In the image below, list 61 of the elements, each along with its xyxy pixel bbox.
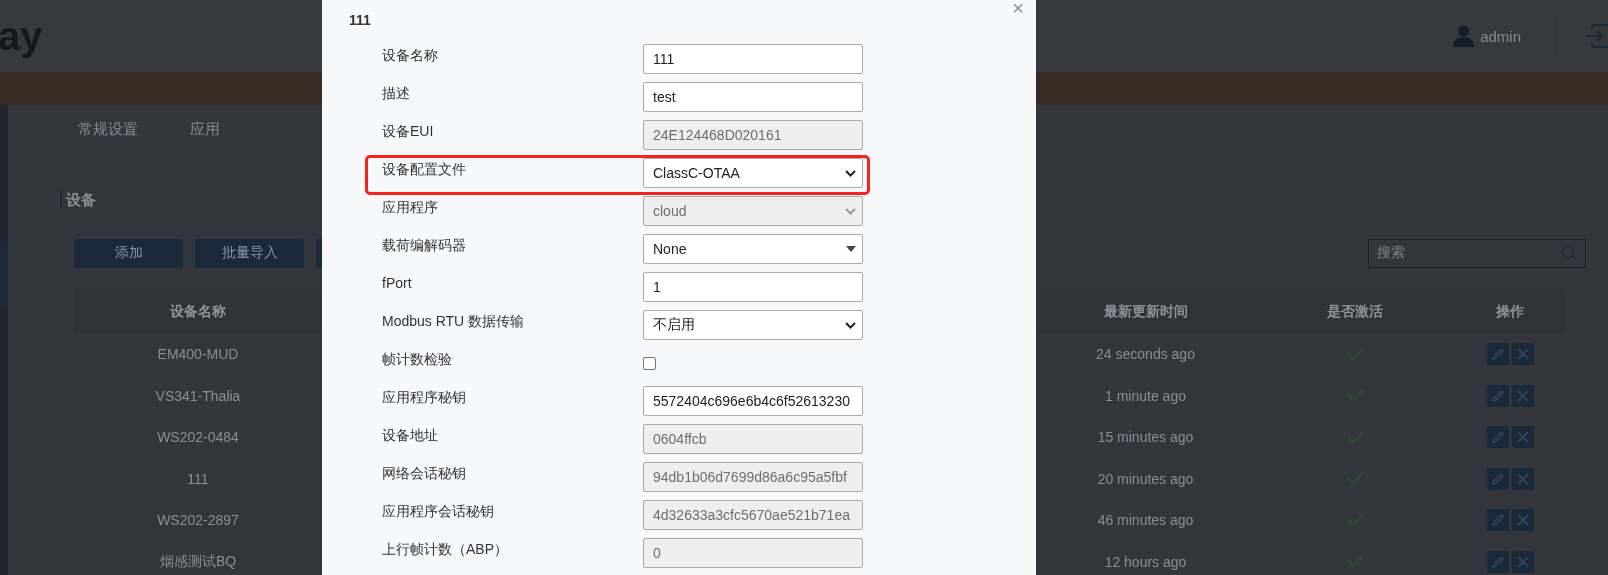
text-field[interactable]: 5572404c696e6b4c6f52613230 bbox=[643, 386, 863, 416]
section-title: 设备 bbox=[60, 191, 96, 208]
user-icon bbox=[1453, 25, 1475, 47]
edit-button[interactable] bbox=[1486, 509, 1509, 532]
pencil-icon bbox=[1490, 430, 1505, 445]
text-field[interactable]: test bbox=[643, 82, 863, 112]
tab[interactable]: 应用 bbox=[190, 115, 220, 145]
chevron-down-icon bbox=[845, 169, 856, 177]
field-label: 载荷编解码器 bbox=[382, 236, 467, 255]
delete-button[interactable] bbox=[1511, 384, 1534, 407]
close-icon bbox=[1515, 347, 1530, 362]
delete-button[interactable] bbox=[1511, 509, 1534, 532]
chevron-down-icon bbox=[845, 321, 856, 329]
close-icon bbox=[1515, 430, 1530, 445]
field-label: 应用程序 bbox=[382, 198, 439, 217]
action-button[interactable]: 添加 bbox=[74, 238, 183, 268]
logout-icon[interactable] bbox=[1586, 24, 1608, 48]
pencil-icon bbox=[1490, 554, 1505, 569]
field-label: fPort bbox=[382, 274, 413, 293]
field-label: 应用程序秘钥 bbox=[382, 388, 467, 407]
field-label: Modbus RTU 数据传输 bbox=[382, 312, 526, 331]
field-label: 应用程序会话秘钥 bbox=[382, 502, 495, 521]
search-field[interactable]: 搜索 bbox=[1368, 238, 1586, 268]
text-field[interactable]: 111 bbox=[643, 44, 863, 74]
field-label: 设备名称 bbox=[382, 46, 439, 65]
delete-button[interactable] bbox=[1511, 343, 1534, 366]
dropdown-field[interactable]: None bbox=[643, 234, 863, 264]
field-label: 上行帧计数（ABP） bbox=[382, 540, 509, 559]
field-label: 网络会话秘钥 bbox=[382, 464, 467, 483]
edit-button[interactable] bbox=[1486, 550, 1509, 573]
field-label: 描述 bbox=[382, 84, 411, 103]
pencil-icon bbox=[1490, 513, 1505, 528]
dialog-title: 111 bbox=[349, 12, 372, 30]
close-icon bbox=[1515, 388, 1530, 403]
close-icon bbox=[1515, 513, 1530, 528]
close-icon bbox=[1515, 554, 1530, 569]
pencil-icon bbox=[1490, 388, 1505, 403]
field-label: 帧计数检验 bbox=[382, 350, 453, 369]
field-label: 设备EUI bbox=[382, 122, 435, 141]
action-button[interactable]: 批量导入 bbox=[195, 238, 304, 268]
edit-button[interactable] bbox=[1486, 426, 1509, 449]
edit-button[interactable] bbox=[1486, 384, 1509, 407]
field-label: 设备地址 bbox=[382, 426, 439, 445]
edit-button[interactable] bbox=[1486, 467, 1509, 490]
field-label: 设备配置文件 bbox=[382, 160, 467, 179]
text-field[interactable]: 1 bbox=[643, 272, 863, 302]
chevron-down-icon bbox=[845, 207, 856, 215]
delete-button[interactable] bbox=[1511, 426, 1534, 449]
pencil-icon bbox=[1490, 471, 1505, 486]
close-button[interactable]: × bbox=[1012, 0, 1024, 20]
select-field[interactable]: ClassC-OTAA bbox=[643, 158, 863, 188]
delete-button[interactable] bbox=[1511, 467, 1534, 490]
close-icon bbox=[1515, 471, 1530, 486]
pencil-icon bbox=[1490, 347, 1505, 362]
delete-button[interactable] bbox=[1511, 550, 1534, 573]
select-field[interactable]: 不启用 bbox=[643, 310, 863, 340]
edit-button[interactable] bbox=[1486, 343, 1509, 366]
checkbox[interactable] bbox=[643, 357, 656, 370]
username-text[interactable]: admin bbox=[1480, 27, 1521, 45]
triangle-down-icon bbox=[846, 246, 856, 252]
tab[interactable]: 常规设置 bbox=[78, 115, 138, 145]
